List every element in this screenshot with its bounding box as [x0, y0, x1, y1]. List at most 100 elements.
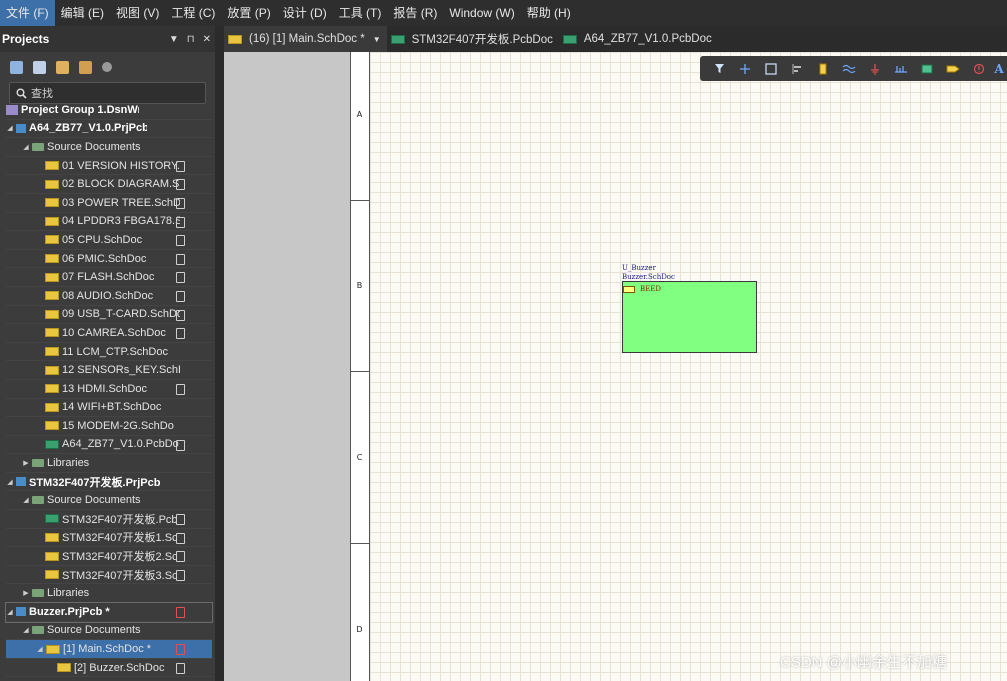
doc-status-icon	[176, 272, 185, 284]
close-icon[interactable]: ✕	[203, 34, 211, 45]
tree-item-document[interactable]: 01 VERSION HISTORY.	[6, 157, 212, 176]
tree-item-project[interactable]: ◢ STM32F407开发板.PrjPcb	[6, 473, 212, 492]
compile-icon[interactable]	[33, 60, 46, 74]
tree-item-document[interactable]: 14 WIFI+BT.SchDoc	[6, 399, 212, 418]
part-icon[interactable]	[810, 56, 836, 81]
schematic-sheet[interactable]	[350, 52, 1007, 681]
no-erc-icon[interactable]	[966, 56, 992, 81]
folder-icon	[32, 589, 44, 598]
menu-bar: 文件 (F) 编辑 (E) 视图 (V) 工程 (C) 放置 (P) 设计 (D…	[0, 0, 1007, 26]
cross-probe-icon[interactable]	[732, 56, 758, 81]
power-icon[interactable]	[862, 56, 888, 81]
menu-file[interactable]: 文件 (F)	[0, 0, 55, 26]
tree-item-libraries[interactable]: ▶ Libraries	[6, 584, 212, 604]
chevron-down-icon[interactable]: ▼	[373, 35, 381, 44]
panel-menu-icon[interactable]: ▼	[169, 34, 179, 45]
tab-a64-pcbdoc[interactable]: A64_ZB77_V1.0.PcbDoc	[559, 26, 718, 52]
tree-item-document[interactable]: STM32F407开发板.Pcb	[6, 510, 212, 529]
port-icon[interactable]	[940, 56, 966, 81]
sheet-symbol-icon[interactable]	[914, 56, 940, 81]
schematic-doc-icon	[45, 328, 59, 338]
tree-item-folder[interactable]: ◢ Source Documents	[6, 138, 212, 157]
tree-item-document[interactable]: STM32F407开发板3.Sc	[6, 566, 212, 585]
bus-icon[interactable]	[888, 56, 914, 81]
pcb-doc-icon	[45, 514, 59, 524]
sheet-border-strip	[350, 52, 370, 681]
zone-label-d: D	[356, 625, 363, 634]
doc-status-icon	[176, 197, 185, 209]
gear-icon[interactable]	[102, 62, 112, 72]
open-folder-icon[interactable]	[56, 60, 69, 74]
tree-item-document[interactable]: A64_ZB77_V1.0.PcbDo	[6, 436, 212, 455]
save-icon[interactable]	[10, 60, 23, 74]
menu-reports[interactable]: 报告 (R)	[387, 0, 443, 26]
schematic-doc-icon	[45, 272, 59, 282]
doc-status-icon	[176, 551, 185, 563]
project-group-icon	[6, 104, 18, 115]
doc-status-icon	[176, 662, 185, 674]
tree-item-document[interactable]: STM32F407开发板2.Sc	[6, 547, 212, 566]
tree-item-document[interactable]: 04 LPDDR3 FBGA178.S	[6, 213, 212, 232]
add-folder-icon[interactable]	[79, 60, 92, 74]
align-icon[interactable]	[784, 56, 810, 81]
tree-item-document[interactable]: ◢ [1] Main.SchDoc *	[6, 640, 212, 659]
expand-icon: ◢	[23, 627, 29, 635]
tree-item-libraries[interactable]: ▶ Libraries	[6, 454, 212, 473]
menu-view[interactable]: 视图 (V)	[110, 0, 165, 26]
menu-edit[interactable]: 编辑 (E)	[55, 0, 110, 26]
menu-project[interactable]: 工程 (C)	[165, 0, 221, 26]
expand-icon: ◢	[7, 478, 13, 486]
menu-place[interactable]: 放置 (P)	[221, 0, 276, 26]
tree-item-document[interactable]: 08 AUDIO.SchDoc	[6, 287, 212, 306]
schematic-doc-icon	[45, 291, 59, 301]
tree-item-document[interactable]: [2] Buzzer.SchDoc	[6, 659, 212, 678]
tree-item-document[interactable]: STM32F407开发板1.Sc	[6, 529, 212, 548]
doc-status-icon	[176, 235, 185, 247]
tree-item-document[interactable]: 07 FLASH.SchDoc	[6, 268, 212, 287]
tree-item-folder[interactable]: ◢ Source Documents	[6, 491, 212, 511]
tree-item-document[interactable]: 10 CAMREA.SchDoc	[6, 324, 212, 343]
tree-item-folder[interactable]: ◢ Source Documents	[6, 622, 212, 641]
pin-icon[interactable]: ⊓	[187, 34, 195, 45]
tree-item-document[interactable]: 06 PMIC.SchDoc	[6, 250, 212, 269]
sheet-entry-label: BEED	[640, 285, 661, 293]
menu-design[interactable]: 设计 (D)	[277, 0, 333, 26]
tree-item-project[interactable]: ◢ A64_ZB77_V1.0.PrjPcb	[6, 120, 212, 139]
wire-icon[interactable]	[836, 56, 862, 81]
tree-item-document[interactable]: 12 SENSORs_KEY.SchD	[6, 361, 212, 380]
tree-item-document[interactable]: 09 USB_T-CARD.SchDo	[6, 306, 212, 325]
panel-header: Projects ▼ ⊓ ✕	[0, 26, 215, 52]
panel-splitter[interactable]	[215, 26, 224, 681]
menu-help[interactable]: 帮助 (H)	[521, 0, 577, 26]
schematic-doc-icon	[45, 254, 59, 264]
tree-item-document[interactable]: 11 LCM_CTP.SchDoc	[6, 343, 212, 362]
canvas-background[interactable]	[224, 52, 350, 681]
sheet-entry[interactable]	[623, 286, 635, 293]
tree-item-document[interactable]: 13 HDMI.SchDoc	[6, 380, 212, 399]
search-icon	[16, 88, 27, 99]
expand-icon: ◢	[23, 497, 29, 505]
tree-item-project[interactable]: ◢ Buzzer.PrjPcb *	[5, 602, 213, 623]
tab-main-schdoc[interactable]: (16) [1] Main.SchDoc * ▼	[224, 26, 387, 52]
expand-icon: ◢	[7, 608, 13, 616]
filter-icon[interactable]	[706, 56, 732, 81]
pcb-doc-icon	[390, 34, 405, 44]
schematic-doc-icon	[45, 347, 59, 357]
zone-divider	[350, 371, 369, 372]
text-icon[interactable]: A	[992, 56, 1006, 81]
tree-item-document[interactable]: 03 POWER TREE.SchDc	[6, 194, 212, 213]
project-icon	[16, 477, 26, 487]
tree-item-document[interactable]: 05 CPU.SchDoc	[6, 231, 212, 250]
menu-tools[interactable]: 工具 (T)	[333, 0, 388, 26]
select-rect-icon[interactable]	[758, 56, 784, 81]
panel-toolbar	[0, 52, 215, 82]
menu-window[interactable]: Window (W)	[443, 0, 520, 26]
zone-label-c: C	[356, 453, 363, 462]
schematic-doc-icon	[45, 161, 59, 171]
doc-status-icon	[176, 569, 185, 581]
tree-item-document[interactable]: 02 BLOCK DIAGRAM.S	[6, 175, 212, 194]
tab-stm32-pcbdoc[interactable]: STM32F407开发板.PcbDoc	[387, 26, 559, 52]
project-tree: Project Group 1.DsnWrk ◢ A64_ZB77_V1.0.Pr…	[5, 101, 213, 678]
tree-item-project-group[interactable]: Project Group 1.DsnWrk	[6, 101, 212, 120]
tree-item-document[interactable]: 15 MODEM-2G.SchDo	[6, 417, 212, 436]
